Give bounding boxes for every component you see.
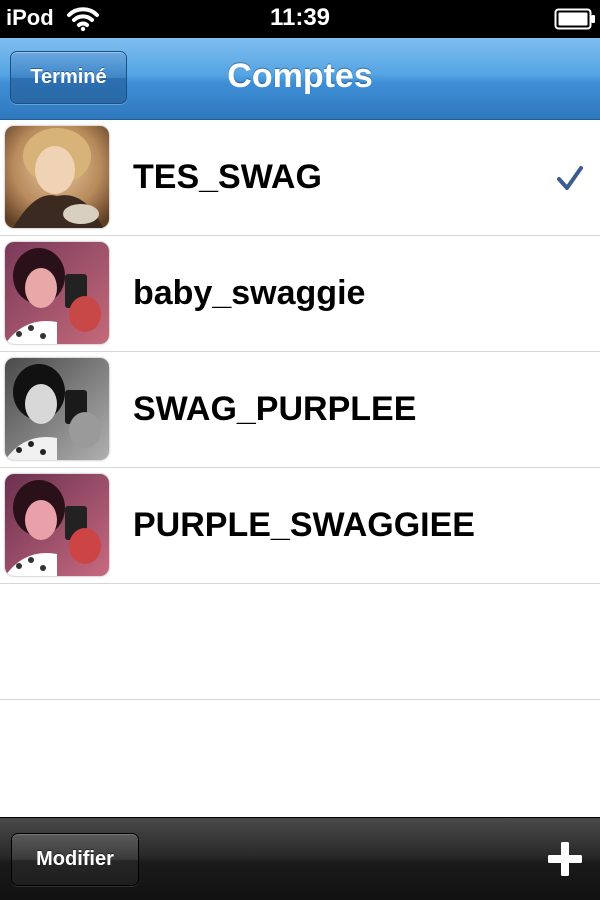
done-button[interactable]: Terminé [10, 51, 127, 104]
account-row[interactable]: SWAG_PURPLEE [0, 352, 600, 468]
avatar [5, 242, 109, 344]
account-list: TES_SWAG baby_swaggie SWAG_PURPLEE PURPL… [0, 120, 600, 817]
account-name: PURPLE_SWAGGIEE [133, 506, 475, 544]
account-row[interactable]: baby_swaggie [0, 236, 600, 352]
checkmark-icon [557, 166, 583, 190]
avatar [5, 474, 109, 576]
edit-button[interactable]: Modifier [11, 833, 139, 886]
account-row[interactable]: PURPLE_SWAGGIEE [0, 468, 600, 584]
avatar [5, 126, 109, 228]
account-row[interactable]: TES_SWAG [0, 120, 600, 236]
bottom-toolbar: Modifier [0, 817, 600, 900]
status-bar: iPod 11:39 [0, 0, 600, 38]
battery-icon [554, 8, 595, 30]
account-name: baby_swaggie [133, 274, 366, 312]
account-name: SWAG_PURPLEE [133, 390, 417, 428]
plus-icon[interactable] [546, 840, 584, 878]
avatar [5, 358, 109, 460]
status-clock: 11:39 [269, 4, 331, 31]
empty-row [0, 584, 600, 700]
navigation-bar: Comptes Terminé [0, 38, 600, 120]
account-name: TES_SWAG [133, 158, 322, 196]
